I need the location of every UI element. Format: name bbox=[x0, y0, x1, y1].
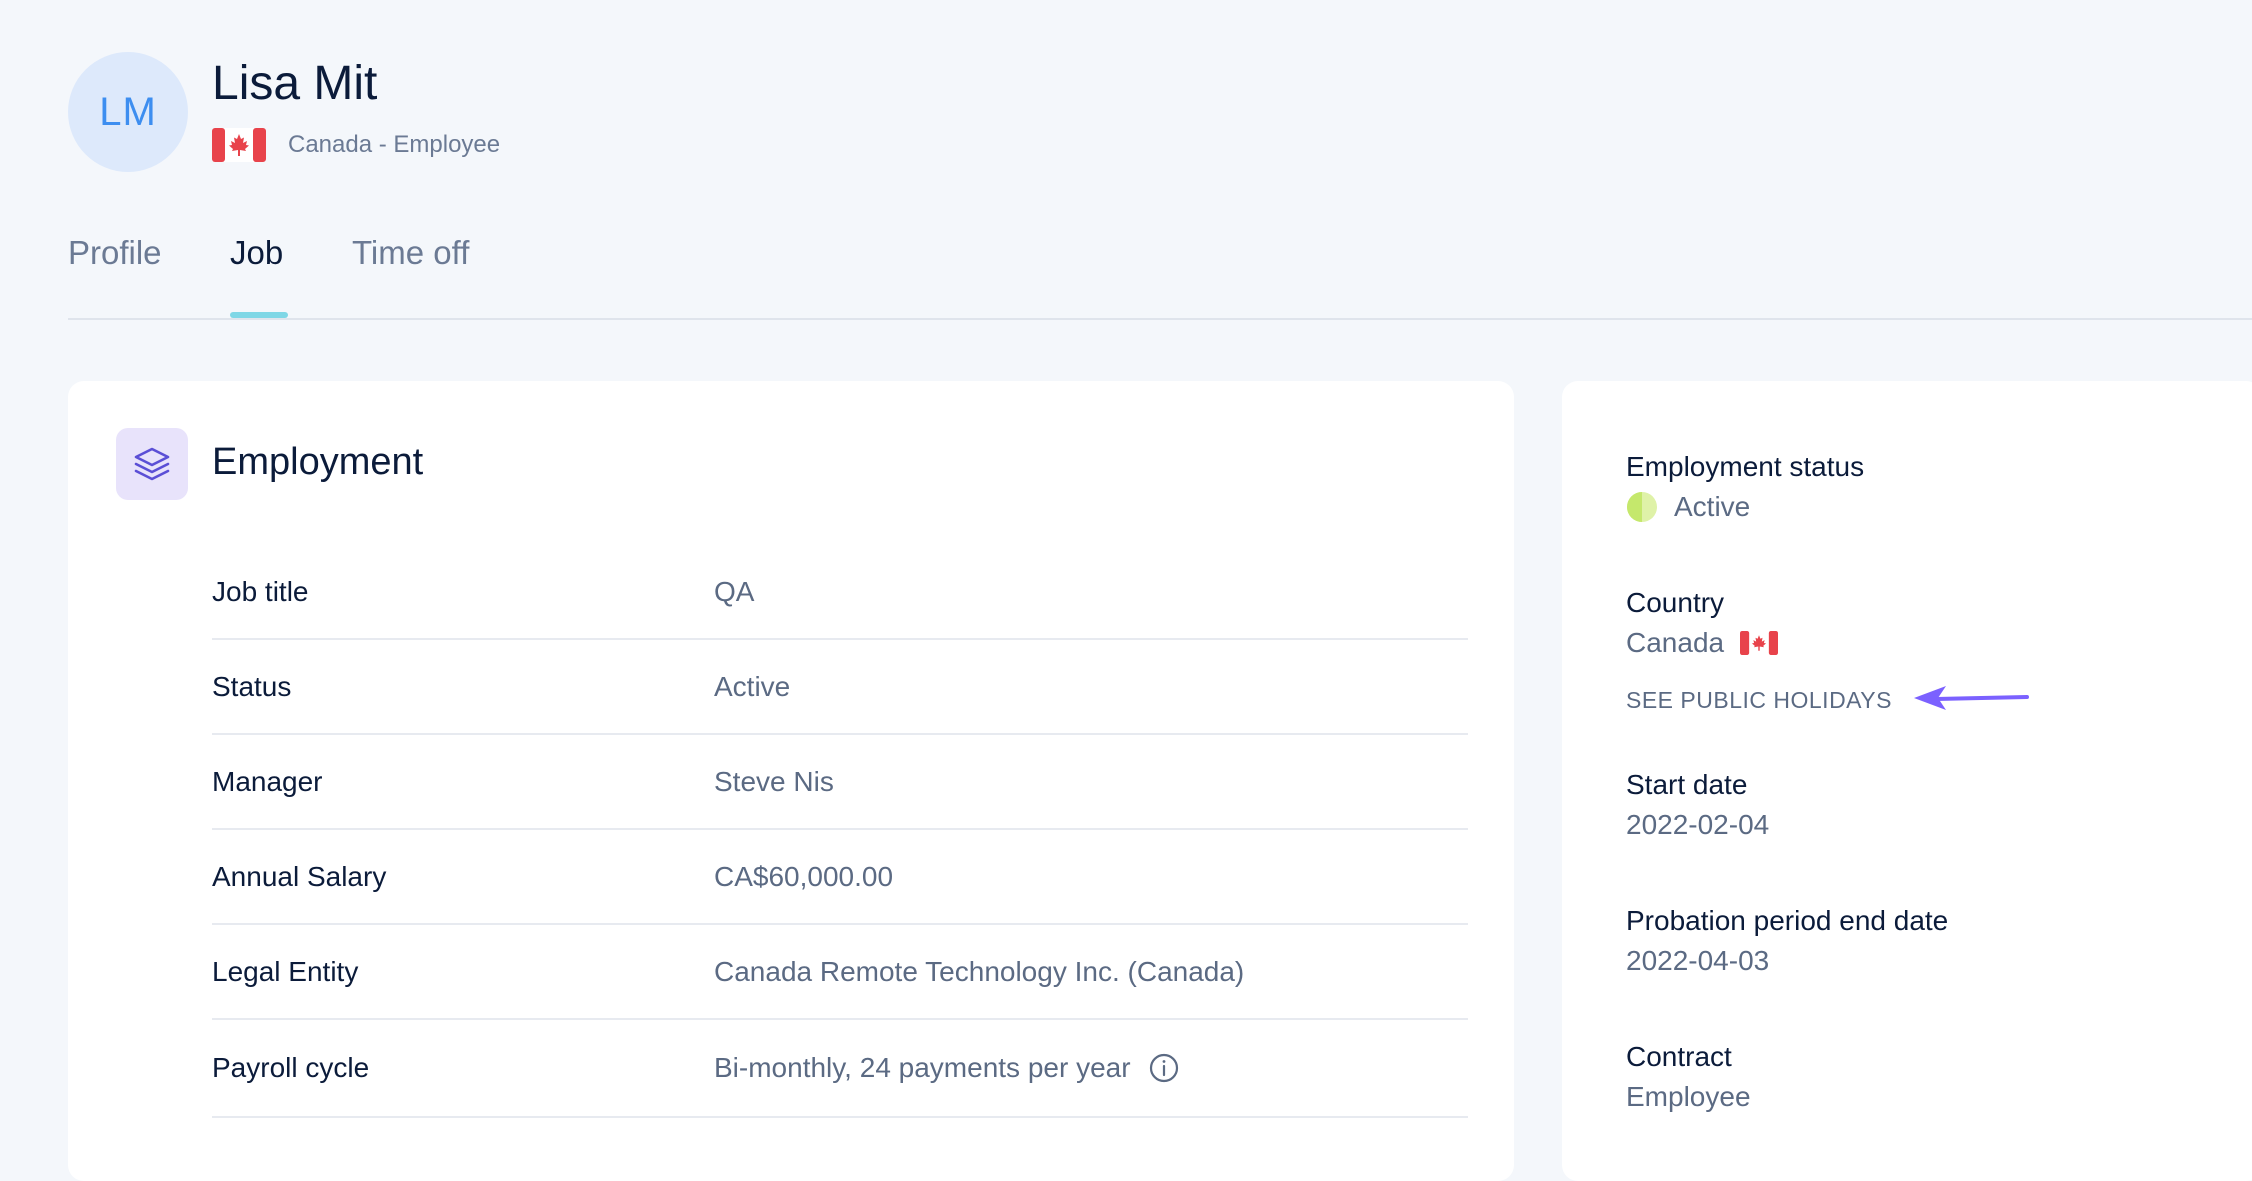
country-label: Country bbox=[1626, 587, 1725, 618]
arrow-left-icon bbox=[1902, 677, 2032, 723]
status-label: Status bbox=[212, 670, 292, 702]
manager-text: Steve Nis bbox=[714, 765, 834, 797]
probation-value: 2022-04-03 bbox=[1626, 945, 1770, 976]
info-icon[interactable] bbox=[1147, 1051, 1181, 1085]
tab-bar: Profile Job Time off bbox=[68, 210, 2252, 320]
tab-job[interactable]: Job bbox=[230, 234, 283, 272]
table-row: Manager Steve Nis bbox=[212, 735, 1468, 830]
see-public-holidays-link[interactable]: SEE PUBLIC HOLIDAYS bbox=[1626, 677, 2032, 723]
contract-label: Contract bbox=[1626, 1041, 1732, 1072]
canada-flag-icon bbox=[212, 128, 266, 162]
contract-section: Contract Employee bbox=[1626, 1041, 1751, 1113]
table-row: Job title QA bbox=[212, 545, 1468, 640]
country-value: Canada bbox=[1626, 627, 2032, 659]
country-section: Country Canada SEE PUBLIC HOLIDAYS bbox=[1626, 587, 2032, 723]
job-title-text: QA bbox=[714, 575, 755, 607]
avatar-initials: LM bbox=[99, 89, 157, 134]
annual-salary-label: Annual Salary bbox=[212, 860, 387, 892]
legal-entity-label: Legal Entity bbox=[212, 955, 359, 987]
legal-entity-value: Canada Remote Technology Inc. (Canada) bbox=[714, 956, 1244, 988]
country-text: Canada bbox=[1626, 627, 1725, 658]
contract-value: Employee bbox=[1626, 1081, 1751, 1112]
start-date-section: Start date 2022-02-04 bbox=[1626, 769, 1769, 841]
employment-summary-card: Employment status Active Country Canada bbox=[1562, 381, 2252, 1181]
active-tab-indicator bbox=[230, 312, 288, 318]
table-row: Status Active bbox=[212, 640, 1468, 735]
status-text: Active bbox=[714, 670, 791, 702]
canada-flag-icon bbox=[1740, 630, 1779, 656]
table-row: Annual Salary CA$60,000.00 bbox=[212, 830, 1468, 925]
avatar: LM bbox=[68, 52, 188, 172]
employee-name: Lisa Mit bbox=[212, 57, 378, 110]
job-title-label: Job title bbox=[212, 575, 309, 607]
legal-entity-text: Canada Remote Technology Inc. (Canada) bbox=[714, 955, 1245, 987]
layers-icon bbox=[116, 428, 188, 500]
employment-status-text: Active bbox=[1674, 491, 1751, 522]
payroll-cycle-text: Bi-monthly, 24 payments per year bbox=[714, 1052, 1131, 1083]
manager-value: Steve Nis bbox=[714, 766, 834, 798]
job-title-value: QA bbox=[714, 576, 754, 608]
table-row: Legal Entity Canada Remote Technology In… bbox=[212, 925, 1468, 1020]
tab-profile[interactable]: Profile bbox=[68, 234, 162, 272]
probation-section: Probation period end date 2022-04-03 bbox=[1626, 905, 1948, 977]
probation-label: Probation period end date bbox=[1626, 905, 1949, 936]
employment-status-label: Employment status bbox=[1626, 451, 1865, 482]
employment-details: Job title QA Status Active Manager Steve… bbox=[212, 545, 1468, 1118]
status-active-icon bbox=[1626, 491, 1658, 523]
status-value: Active bbox=[714, 671, 790, 703]
payroll-cycle-label: Payroll cycle bbox=[212, 1052, 370, 1083]
employment-status-value: Active bbox=[1626, 491, 1864, 523]
payroll-cycle-value: Bi-monthly, 24 payments per year bbox=[714, 1051, 1181, 1085]
start-date-value: 2022-02-04 bbox=[1626, 809, 1770, 840]
employment-status-section: Employment status Active bbox=[1626, 451, 1864, 523]
employment-card: Employment Job title QA Status Active Ma… bbox=[68, 381, 1514, 1181]
annual-salary-text: CA$60,000.00 bbox=[714, 860, 894, 892]
table-row: Payroll cycle Bi-monthly, 24 payments pe… bbox=[212, 1020, 1468, 1118]
manager-label: Manager bbox=[212, 765, 323, 797]
tab-time-off[interactable]: Time off bbox=[352, 234, 469, 272]
annual-salary-value: CA$60,000.00 bbox=[714, 861, 893, 893]
employee-country-type: Canada - Employee bbox=[288, 131, 501, 158]
employment-title: Employment bbox=[212, 441, 424, 483]
start-date-label: Start date bbox=[1626, 769, 1748, 800]
see-public-holidays-text[interactable]: SEE PUBLIC HOLIDAYS bbox=[1626, 687, 1892, 714]
employee-subtitle: Canada - Employee bbox=[212, 128, 500, 162]
